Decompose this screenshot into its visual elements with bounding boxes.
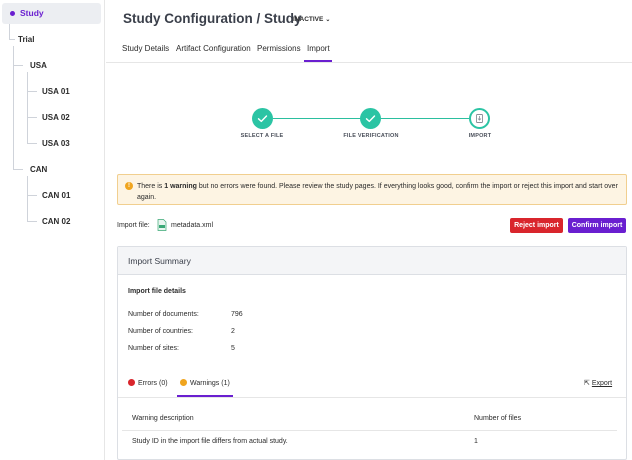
column-header-warning-description: Warning description	[132, 415, 194, 422]
warning-message: There is 1 warning but no errors were fo…	[137, 183, 618, 201]
stepper-connector	[273, 118, 361, 119]
tree-connector	[27, 195, 37, 196]
table-cell-warning-description: Study ID in the import file differs from…	[132, 438, 288, 445]
step-label: SELECT A FILE	[240, 133, 284, 139]
warning-icon: !	[125, 182, 133, 190]
tab-warnings[interactable]: Warnings (1)	[177, 379, 233, 397]
tree-item-usa-02[interactable]: USA 02	[42, 113, 70, 122]
tree-connector	[13, 169, 23, 170]
tree-item-trial[interactable]: Trial	[18, 35, 34, 44]
countries-label: Number of countries:	[128, 328, 193, 335]
warnings-table-header: Warning description Number of files	[122, 407, 617, 431]
documents-value: 796	[231, 311, 243, 318]
tree-connector	[27, 117, 37, 118]
import-file-label: Import file:	[117, 222, 150, 229]
sidebar-item-label: Study	[20, 8, 44, 18]
countries-value: 2	[231, 328, 235, 335]
step-label: FILE VERIFICATION	[343, 133, 399, 139]
import-summary-panel: Import Summary Import file details Numbe…	[117, 246, 627, 460]
tree-connector	[27, 221, 37, 222]
tabs-divider	[106, 62, 632, 63]
stepper-connector	[381, 118, 469, 119]
panel-title: Import Summary	[128, 256, 191, 266]
tree-connector	[27, 91, 37, 92]
page-title: Study Configuration / Study	[123, 11, 302, 26]
tab-artifact-configuration[interactable]: Artifact Configuration	[176, 38, 251, 62]
tab-study-details[interactable]: Study Details	[122, 38, 169, 62]
column-header-number-of-files: Number of files	[474, 415, 522, 422]
tree-item-can-02[interactable]: CAN 02	[42, 217, 70, 226]
tab-errors[interactable]: Errors (0)	[128, 379, 168, 397]
step-select-file-icon	[252, 108, 273, 129]
sites-label: Number of sites:	[128, 345, 179, 352]
panel-header: Import Summary	[118, 247, 626, 275]
tree-item-usa-03[interactable]: USA 03	[42, 139, 70, 148]
import-file-name: metadata.xml	[171, 222, 214, 229]
export-link[interactable]: ⇱ Export	[584, 379, 612, 387]
warning-icon	[180, 379, 187, 386]
chevron-down-icon: ⌄	[325, 17, 331, 23]
tab-permissions[interactable]: Permissions	[257, 38, 301, 62]
xml-file-icon	[157, 219, 167, 231]
documents-label: Number of documents:	[128, 311, 199, 318]
tree-item-usa-01[interactable]: USA 01	[42, 87, 70, 96]
result-tabs-divider	[118, 397, 626, 398]
tree-item-can[interactable]: CAN	[30, 165, 47, 174]
status-dropdown[interactable]: INACTIVE ⌄	[290, 15, 333, 24]
tree-connector	[27, 72, 28, 144]
confirm-import-button[interactable]: Confirm import	[568, 218, 626, 233]
step-label: IMPORT	[468, 133, 492, 139]
reject-import-button[interactable]: Reject import	[510, 218, 563, 233]
status-label: INACTIVE	[293, 16, 324, 23]
sidebar: Study Trial USA USA 01 USA 02 USA 03 CAN…	[0, 0, 105, 460]
tree-connector	[9, 39, 15, 40]
tree-connector	[13, 65, 23, 66]
tree-connector	[27, 176, 28, 222]
sidebar-item-study[interactable]: Study	[2, 3, 101, 24]
tree-connector	[9, 24, 10, 40]
active-dot-icon	[10, 11, 15, 16]
sites-value: 5	[231, 345, 235, 352]
import-file-details-heading: Import file details	[128, 288, 186, 295]
export-icon: ⇱	[584, 380, 590, 387]
tree-connector	[27, 143, 37, 144]
step-import-icon	[469, 108, 490, 129]
tree-item-can-01[interactable]: CAN 01	[42, 191, 70, 200]
table-cell-number-of-files: 1	[474, 438, 478, 445]
step-file-verification-icon	[360, 108, 381, 129]
tree-item-usa[interactable]: USA	[30, 61, 47, 70]
tab-import[interactable]: Import	[304, 38, 332, 62]
warning-banner: ! There is 1 warning but no errors were …	[117, 174, 627, 205]
error-icon	[128, 379, 135, 386]
